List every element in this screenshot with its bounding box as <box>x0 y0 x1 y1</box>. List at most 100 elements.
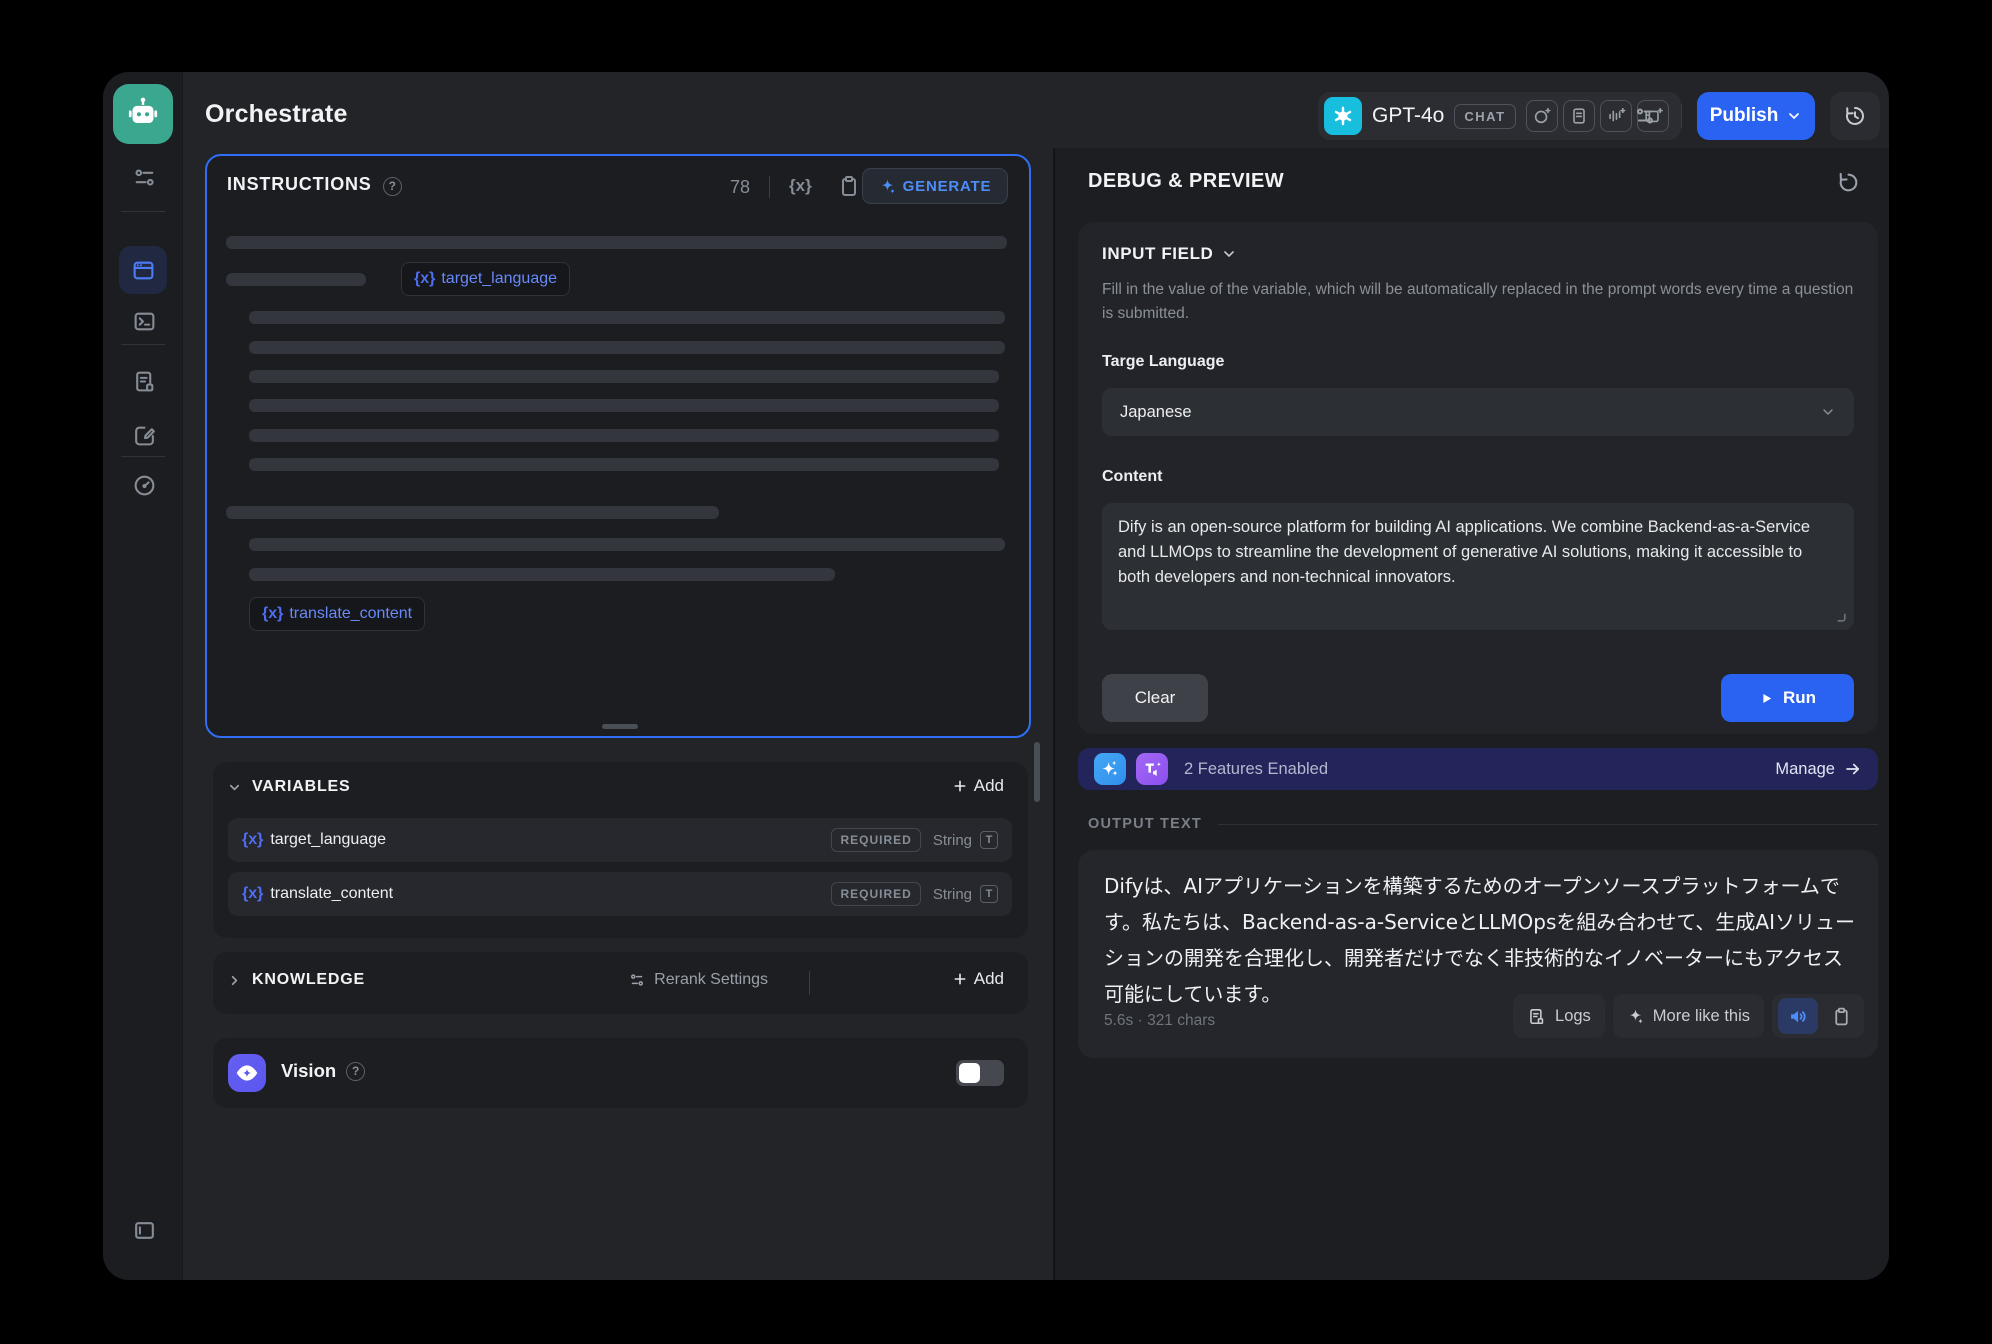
word-count: 78 <box>730 177 750 198</box>
manage-features-button[interactable]: Manage <box>1775 760 1862 779</box>
help-icon[interactable]: ? <box>346 1062 365 1081</box>
variable-row[interactable]: {x} translate_content REQUIRED String T <box>228 872 1012 916</box>
add-knowledge-button[interactable]: Add <box>952 969 1004 989</box>
variable-chip-label: target_language <box>441 270 557 288</box>
add-label: Add <box>974 776 1004 796</box>
terminal-icon <box>132 309 157 334</box>
settings-sliders-icon[interactable] <box>131 164 157 190</box>
left-panel-scrollbar[interactable] <box>1034 742 1040 802</box>
toolbar-divider <box>769 176 770 198</box>
input-field-header[interactable]: INPUT FIELD <box>1102 244 1237 264</box>
variables-title: VARIABLES <box>252 778 350 796</box>
image-capability-icon <box>1526 100 1558 132</box>
add-label: Add <box>974 969 1004 989</box>
knowledge-header[interactable]: KNOWLEDGE <box>227 971 365 989</box>
skeleton-line <box>226 236 1007 249</box>
textarea-resize-handle[interactable] <box>1834 610 1847 623</box>
run-button[interactable]: Run <box>1721 674 1854 722</box>
sidebar-item-terminal[interactable] <box>131 308 157 334</box>
input-field-description: Fill in the value of the variable, which… <box>1102 278 1854 326</box>
debug-preview-title: DEBUG & PREVIEW <box>1088 170 1284 193</box>
chevron-down-icon <box>1786 108 1802 124</box>
app-logo[interactable] <box>113 84 173 144</box>
monitoring-gauge-icon <box>132 473 157 498</box>
copy-prompt-button[interactable] <box>837 174 861 198</box>
play-icon <box>1759 691 1774 706</box>
vision-feature-icon <box>228 1054 266 1092</box>
history-button[interactable] <box>1830 92 1880 140</box>
model-mode-badge: CHAT <box>1454 104 1515 129</box>
skeleton-line <box>249 538 1005 551</box>
sparkle-icon <box>879 178 896 195</box>
text-to-speech-button[interactable] <box>1778 998 1818 1034</box>
manage-label: Manage <box>1775 760 1835 779</box>
input-field-card: INPUT FIELD Fill in the value of the var… <box>1078 222 1878 734</box>
output-text: Difyは、AIアプリケーションを構築するためのオープンソースプラットフォームで… <box>1104 868 1856 1012</box>
string-type-icon[interactable]: T <box>980 831 998 849</box>
logs-button[interactable]: Logs <box>1513 994 1605 1038</box>
variable-row[interactable]: {x} target_language REQUIRED String T <box>228 818 1012 862</box>
model-name: GPT-4o <box>1372 104 1444 128</box>
arrow-right-icon <box>1844 760 1862 778</box>
rerank-sliders-icon <box>628 971 646 989</box>
model-parameters-button[interactable] <box>1623 92 1667 140</box>
variables-header[interactable]: VARIABLES <box>227 778 350 796</box>
page-title: Orchestrate <box>205 100 348 129</box>
variable-type: String <box>933 832 972 849</box>
generate-button[interactable]: GENERATE <box>862 168 1008 204</box>
audio-copy-group <box>1772 994 1864 1038</box>
logs-document-icon <box>132 369 157 394</box>
sidebar-item-logs[interactable] <box>131 368 157 394</box>
vision-toggle[interactable] <box>956 1060 1004 1086</box>
string-type-icon[interactable]: T <box>980 885 998 903</box>
plus-icon <box>952 971 968 987</box>
sparkle-icon <box>1627 1008 1644 1025</box>
copy-output-button[interactable] <box>1824 998 1858 1034</box>
more-like-this-button[interactable]: More like this <box>1613 994 1764 1038</box>
robot-logo-icon <box>125 96 161 132</box>
help-icon[interactable]: ? <box>383 177 402 196</box>
debug-preview-panel: DEBUG & PREVIEW INPUT FIELD Fill in the … <box>1053 148 1889 1280</box>
sidebar-item-monitoring[interactable] <box>131 472 157 498</box>
collapse-panel-icon[interactable] <box>131 1217 157 1243</box>
refresh-icon <box>1836 170 1861 195</box>
skeleton-line <box>249 568 835 581</box>
publish-label: Publish <box>1710 105 1779 127</box>
resize-drag-handle[interactable] <box>602 724 638 729</box>
variables-panel: VARIABLES Add {x} target_language REQUIR… <box>213 762 1028 938</box>
publish-button[interactable]: Publish <box>1697 92 1815 140</box>
instructions-editor[interactable]: INSTRUCTIONS ? 78 {x} GENERATE {x} targe… <box>205 154 1031 738</box>
insert-variable-button[interactable]: {x} <box>789 176 812 196</box>
variable-chip-translate-content[interactable]: {x} translate_content <box>249 597 425 631</box>
variable-name: translate_content <box>270 885 393 903</box>
features-enabled-bar[interactable]: 2 Features Enabled Manage <box>1078 748 1878 790</box>
sidebar-item-annotation[interactable] <box>131 422 157 448</box>
skeleton-line <box>249 370 999 383</box>
add-variable-button[interactable]: Add <box>952 776 1004 796</box>
required-badge: REQUIRED <box>831 882 920 906</box>
document-capability-icon <box>1563 100 1595 132</box>
reset-button[interactable] <box>1836 170 1861 195</box>
content-textarea[interactable]: Dify is an open-source platform for buil… <box>1102 503 1854 630</box>
header-divider <box>1681 104 1682 128</box>
variable-token: {x} <box>262 605 283 623</box>
generate-label: GENERATE <box>903 178 992 195</box>
more-like-this-label: More like this <box>1653 1007 1750 1026</box>
speaker-icon <box>1788 1006 1809 1027</box>
sidebar-item-orchestrate[interactable] <box>119 246 167 294</box>
variable-chip-target-language[interactable]: {x} target_language <box>401 262 570 296</box>
variable-type: String <box>933 886 972 903</box>
language-label: Targe Language <box>1102 353 1224 371</box>
variable-chip-label: translate_content <box>289 605 412 623</box>
openai-logo-icon <box>1324 97 1362 135</box>
chevron-down-icon <box>1221 246 1237 262</box>
clear-button[interactable]: Clear <box>1102 674 1208 722</box>
variable-token: {x} <box>414 270 435 288</box>
language-select[interactable]: Japanese <box>1102 388 1854 436</box>
rerank-settings-button[interactable]: Rerank Settings <box>628 971 768 989</box>
citation-sparkle-feature-icon <box>1094 753 1126 785</box>
content-label: Content <box>1102 468 1162 486</box>
variable-token: {x} <box>242 831 263 849</box>
text-to-speech-feature-icon <box>1136 753 1168 785</box>
clipboard-icon <box>1831 1006 1852 1027</box>
